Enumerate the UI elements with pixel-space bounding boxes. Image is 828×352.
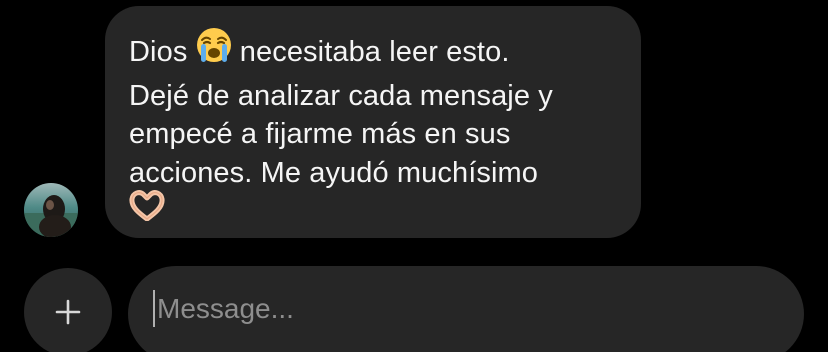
- message-text-part: necesitaba leer esto.: [239, 35, 510, 68]
- loudly-crying-face-emoji-icon: [196, 27, 232, 74]
- message-text-part: Dios: [129, 35, 188, 68]
- received-message-bubble[interactable]: Dios necesitaba leer esto. Dejé de anali…: [105, 6, 641, 238]
- message-input-placeholder: Message...: [157, 293, 294, 324]
- message-line-3: empecé a fijarme más en sus: [129, 118, 511, 150]
- chat-screen: Dios necesitaba leer esto. Dejé de anali…: [0, 0, 828, 352]
- message-line-4: acciones. Me ayudó muchísimo: [129, 156, 538, 189]
- add-attachment-button[interactable]: [24, 268, 112, 352]
- message-line-2: Dejé de analizar cada mensaje y: [129, 79, 553, 112]
- text-caret: [153, 290, 155, 327]
- message-text: Dios necesitaba leer esto. Dejé de anali…: [129, 27, 619, 235]
- heart-hands-emoji-icon: [129, 189, 165, 232]
- message-line-5: [129, 189, 619, 235]
- plus-icon: [55, 299, 81, 325]
- message-input[interactable]: Message...: [128, 266, 804, 352]
- message-line-1: Dios necesitaba leer esto.: [129, 27, 619, 77]
- sender-avatar[interactable]: [24, 183, 78, 237]
